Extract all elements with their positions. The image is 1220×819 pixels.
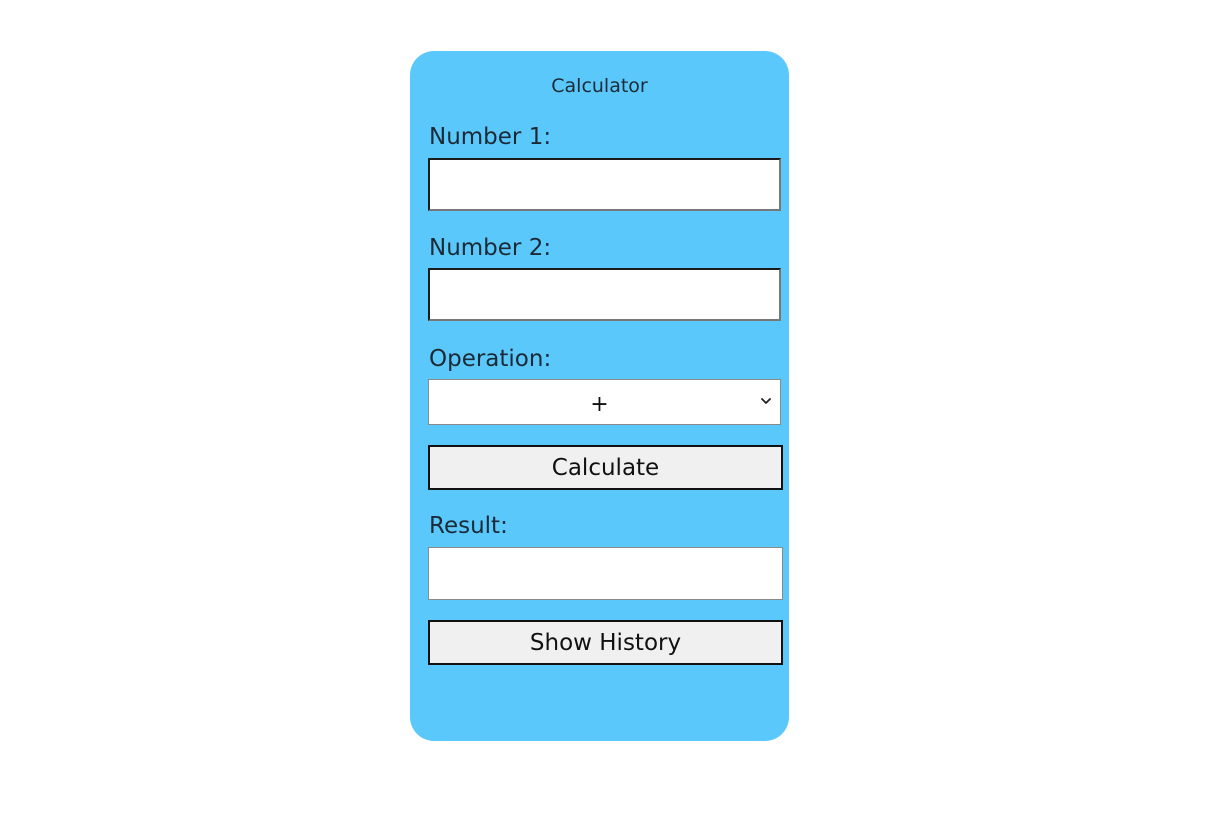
result-label: Result:: [429, 513, 508, 539]
operation-select[interactable]: +: [428, 379, 781, 425]
calculator-card: Calculator Number 1: Number 2: Operation…: [410, 51, 789, 741]
operation-selected-value: +: [590, 392, 609, 417]
number2-label: Number 2:: [429, 235, 552, 261]
calculate-button[interactable]: Calculate: [428, 445, 783, 490]
number1-label: Number 1:: [429, 124, 552, 150]
number1-input[interactable]: [428, 158, 781, 211]
calculator-title: Calculator: [551, 75, 648, 97]
result-output[interactable]: [428, 547, 783, 600]
show-history-button[interactable]: Show History: [428, 620, 783, 665]
page: Calculator Number 1: Number 2: Operation…: [0, 0, 1220, 819]
operation-label: Operation:: [429, 346, 552, 372]
number2-input[interactable]: [428, 268, 781, 321]
chevron-down-icon: [761, 398, 771, 404]
